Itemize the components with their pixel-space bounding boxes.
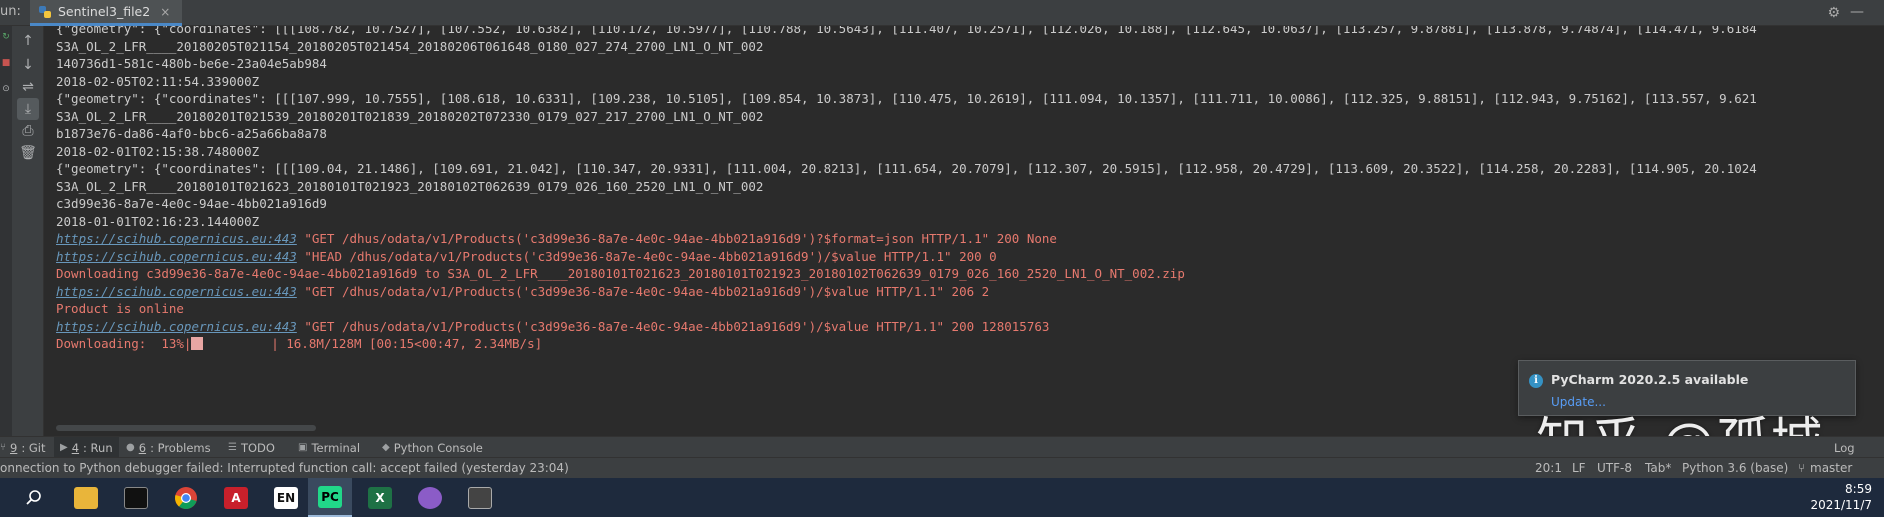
taskbar-file-explorer[interactable]: [64, 478, 108, 517]
log-message: Downloading c3d99e36-8a7e-4e0c-94ae-4bb0…: [56, 266, 1185, 281]
run-tab-label: Sentinel3_file2: [58, 4, 151, 19]
url-link[interactable]: https://scihub.copernicus.eu:443: [56, 319, 297, 334]
notification-title: PyCharm 2020.2.5 available: [1551, 372, 1749, 387]
tab-git-label: : Git: [21, 440, 46, 455]
system-clock[interactable]: 8:59 2021/11/7: [1810, 481, 1872, 513]
tab-terminal[interactable]: ▣ Terminal: [298, 437, 360, 458]
run-label-cut: un:: [0, 4, 21, 19]
terminal-icon: ▣: [298, 442, 308, 453]
excel-icon: X: [368, 486, 392, 509]
soft-wrap-icon[interactable]: ⇌: [17, 76, 39, 98]
download-progress: Downloading: 13%| | 16.8M/128M [00:15<00…: [56, 333, 542, 354]
taskbar-snipping[interactable]: [458, 478, 502, 517]
minimize-icon[interactable]: —: [1850, 4, 1864, 20]
python-console-icon: ◆: [382, 442, 390, 453]
log-message: "GET /dhus/odata/v1/Products('c3d99e36-8…: [296, 319, 1050, 334]
log-message: "GET /dhus/odata/v1/Products('c3d99e36-8…: [296, 231, 1057, 246]
progress-suffix: | 16.8M/128M [00:15<00:47, 2.34MB/s]: [203, 336, 543, 351]
windows-taskbar: A EN PC X 8:59 2021/11/7: [0, 478, 1884, 517]
git-branch[interactable]: master: [1810, 461, 1852, 475]
side-strip: ↻ ■ ⊙: [0, 26, 12, 436]
taskbar-terminal[interactable]: [114, 478, 158, 517]
gear-icon[interactable]: ⚙: [1827, 5, 1840, 21]
tab-problems-label: : Problems: [150, 440, 211, 455]
status-message[interactable]: onnection to Python debugger failed: Int…: [0, 461, 569, 475]
tab-event-log[interactable]: Log: [1834, 437, 1855, 458]
snipping-tool-icon: [468, 486, 492, 509]
python-icon: [39, 5, 51, 18]
close-icon[interactable]: ×: [160, 5, 170, 19]
status-bar: onnection to Python debugger failed: Int…: [0, 457, 1884, 478]
taskbar-pdf-reader[interactable]: A: [214, 478, 258, 517]
language-icon: EN: [274, 486, 298, 509]
tab-python-console-label: Python Console: [393, 440, 483, 455]
indent-setting[interactable]: Tab*: [1645, 461, 1671, 475]
line-separator[interactable]: LF: [1572, 461, 1586, 475]
scroll-down-icon[interactable]: ↓: [17, 54, 39, 76]
search-button[interactable]: [12, 478, 56, 517]
git-icon: ⑂: [0, 442, 6, 453]
python-interpreter[interactable]: Python 3.6 (base): [1682, 461, 1788, 475]
tab-terminal-label: Terminal: [311, 440, 361, 455]
folder-icon: [74, 486, 98, 509]
tab-todo[interactable]: ☰ TODO: [228, 437, 275, 458]
run-config-tab[interactable]: Sentinel3_file2 ×: [30, 0, 183, 26]
rerun-icon[interactable]: ↻: [1, 32, 11, 42]
tab-git-mnemonic: 9: [10, 440, 18, 455]
tab-run[interactable]: ▶ 4: Run: [54, 437, 119, 458]
chrome-icon: [175, 486, 197, 509]
taskbar-excel[interactable]: X: [358, 478, 402, 517]
taskbar-app[interactable]: [408, 478, 452, 517]
taskbar-pycharm[interactable]: PC: [308, 478, 352, 517]
log-message: "HEAD /dhus/odata/v1/Products('c3d99e36-…: [296, 249, 997, 264]
url-link[interactable]: https://scihub.copernicus.eu:443: [56, 284, 297, 299]
app-icon: [418, 486, 442, 509]
url-link[interactable]: https://scihub.copernicus.eu:443: [56, 231, 297, 246]
horizontal-scrollbar[interactable]: [56, 425, 316, 431]
url-link[interactable]: https://scihub.copernicus.eu:443: [56, 249, 297, 264]
taskbar-language[interactable]: EN: [264, 478, 308, 517]
pdf-icon: A: [224, 486, 248, 509]
problems-icon: ●: [126, 442, 135, 453]
tab-run-mnemonic: 4: [71, 440, 80, 455]
caret-position[interactable]: 20:1: [1535, 461, 1562, 475]
clock-time: 8:59: [1845, 482, 1872, 496]
tool-window-bar: ⑂ 9: Git ▶ 4: Run ● 6: Problems ☰ TODO ▣ Term…: [0, 436, 1884, 458]
info-icon: i: [1529, 374, 1543, 388]
run-icon: ▶: [60, 442, 68, 453]
run-toolbar: ↻ ■ ⊙ ↑ ↓ ⇌ ⤓ ⎙ 🗑: [0, 26, 44, 436]
scroll-up-icon[interactable]: ↑: [17, 30, 39, 52]
tab-problems-mnemonic: 6: [138, 440, 147, 455]
tab-git[interactable]: ⑂ 9: Git: [0, 437, 45, 458]
pin-icon[interactable]: ⊙: [1, 84, 11, 94]
pycharm-icon: PC: [318, 485, 342, 508]
tab-todo-label: TODO: [240, 440, 275, 455]
print-icon[interactable]: ⎙: [17, 120, 39, 142]
run-tool-window-header: un: Sentinel3_file2 × ⚙ —: [0, 0, 1884, 26]
cmd-icon: [124, 486, 148, 509]
clock-date: 2021/11/7: [1810, 498, 1872, 512]
progress-bar-fill: [191, 337, 204, 350]
tab-run-label: : Run: [83, 440, 113, 455]
log-message: Product is online: [56, 301, 184, 316]
git-branch-icon: ⑂: [1798, 461, 1806, 475]
tab-python-console[interactable]: ◆ Python Console: [382, 437, 483, 458]
log-message: "GET /dhus/odata/v1/Products('c3d99e36-8…: [296, 284, 990, 299]
scroll-to-end-icon[interactable]: ⤓: [17, 98, 39, 120]
log-line: https://scihub.copernicus.eu:443 "GET /d…: [56, 281, 989, 302]
clear-all-icon[interactable]: 🗑: [17, 142, 39, 164]
taskbar-chrome[interactable]: [164, 478, 208, 517]
file-encoding[interactable]: UTF-8: [1597, 461, 1632, 475]
search-icon: [26, 489, 41, 505]
stop-icon[interactable]: ■: [1, 58, 11, 68]
progress-prefix: Downloading: 13%|: [56, 336, 192, 351]
todo-icon: ☰: [228, 442, 237, 453]
tab-event-log-label: Log: [1834, 440, 1855, 455]
tab-problems[interactable]: ● 6: Problems: [126, 437, 211, 458]
